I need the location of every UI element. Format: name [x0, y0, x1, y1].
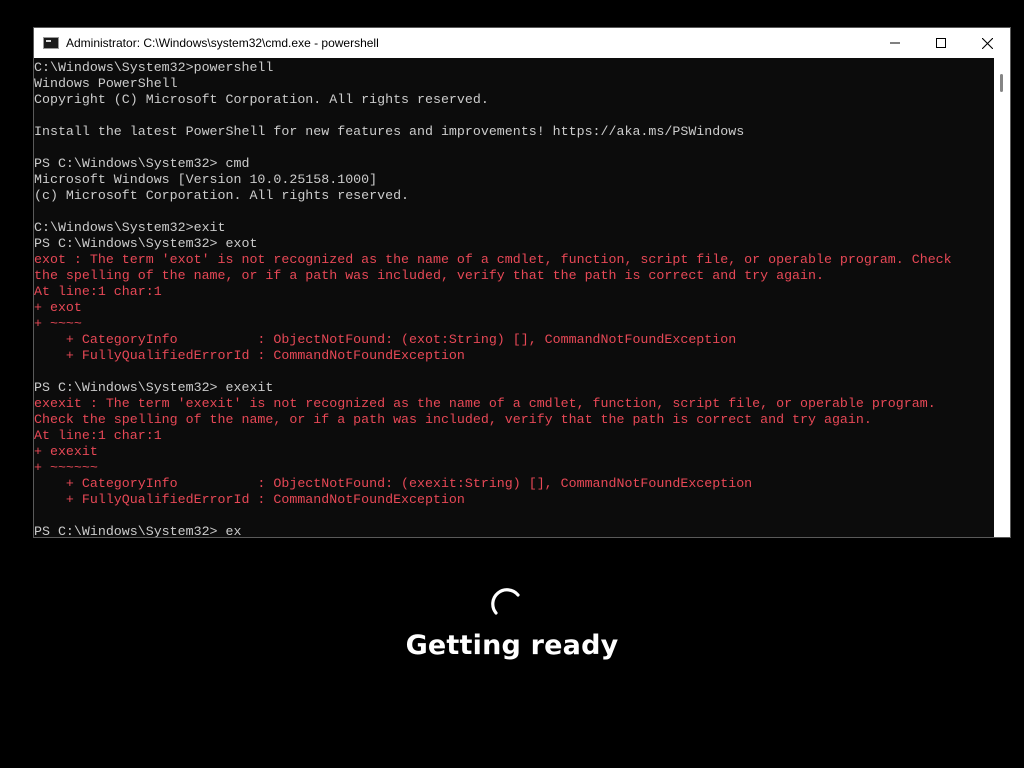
console-error-line: + CategoryInfo : ObjectNotFound: (exot:S…: [34, 332, 737, 347]
console-line: PS C:\Windows\System32> ex: [34, 524, 242, 537]
console-error-line: + exexit: [34, 444, 98, 459]
status-text: Getting ready: [405, 630, 619, 661]
console-line: C:\Windows\System32>exit: [34, 220, 226, 235]
maximize-icon: [936, 38, 946, 48]
console-line: PS C:\Windows\System32> exot: [34, 236, 258, 251]
console-error-line: + ~~~~: [34, 316, 82, 331]
vertical-scrollbar[interactable]: [994, 58, 1010, 537]
console-line: Microsoft Windows [Version 10.0.25158.10…: [34, 172, 378, 187]
console-error-line: exot : The term 'exot' is not recognized…: [34, 252, 952, 267]
cmd-icon: [43, 37, 59, 49]
console-error-line: + FullyQualifiedErrorId : CommandNotFoun…: [34, 492, 465, 507]
maximize-button[interactable]: [918, 28, 964, 58]
caption-buttons: [872, 28, 1010, 58]
console-error-line: + ~~~~~~: [34, 460, 98, 475]
console-error-line: + FullyQualifiedErrorId : CommandNotFoun…: [34, 348, 465, 363]
console-output[interactable]: C:\Windows\System32>powershell Windows Po…: [34, 58, 994, 537]
console-error-line: Check the spelling of the name, or if a …: [34, 412, 872, 427]
console-line: Install the latest PowerShell for new fe…: [34, 124, 745, 139]
console-error-line: + exot: [34, 300, 82, 315]
close-button[interactable]: [964, 28, 1010, 58]
title-bar[interactable]: Administrator: C:\Windows\system32\cmd.e…: [34, 28, 1010, 58]
loading-spinner-icon: [491, 588, 520, 615]
console-window[interactable]: Administrator: C:\Windows\system32\cmd.e…: [33, 27, 1011, 538]
minimize-icon: [890, 42, 900, 44]
console-line: Windows PowerShell: [34, 76, 178, 91]
console-line: PS C:\Windows\System32> cmd: [34, 156, 250, 171]
console-error-line: At line:1 char:1: [34, 284, 162, 299]
console-error-line: + CategoryInfo : ObjectNotFound: (exexit…: [34, 476, 753, 491]
scrollbar-thumb[interactable]: [1000, 74, 1003, 92]
console-line: (c) Microsoft Corporation. All rights re…: [34, 188, 410, 203]
console-error-line: At line:1 char:1: [34, 428, 162, 443]
console-error-line: the spelling of the name, or if a path w…: [34, 268, 824, 283]
console-line: Copyright (C) Microsoft Corporation. All…: [34, 92, 489, 107]
console-line: C:\Windows\System32>powershell: [34, 60, 274, 75]
window-title: Administrator: C:\Windows\system32\cmd.e…: [66, 36, 379, 50]
console-line: PS C:\Windows\System32> exexit: [34, 380, 274, 395]
console-error-line: exexit : The term 'exexit' is not recogn…: [34, 396, 936, 411]
close-icon: [981, 37, 993, 49]
minimize-button[interactable]: [872, 28, 918, 58]
